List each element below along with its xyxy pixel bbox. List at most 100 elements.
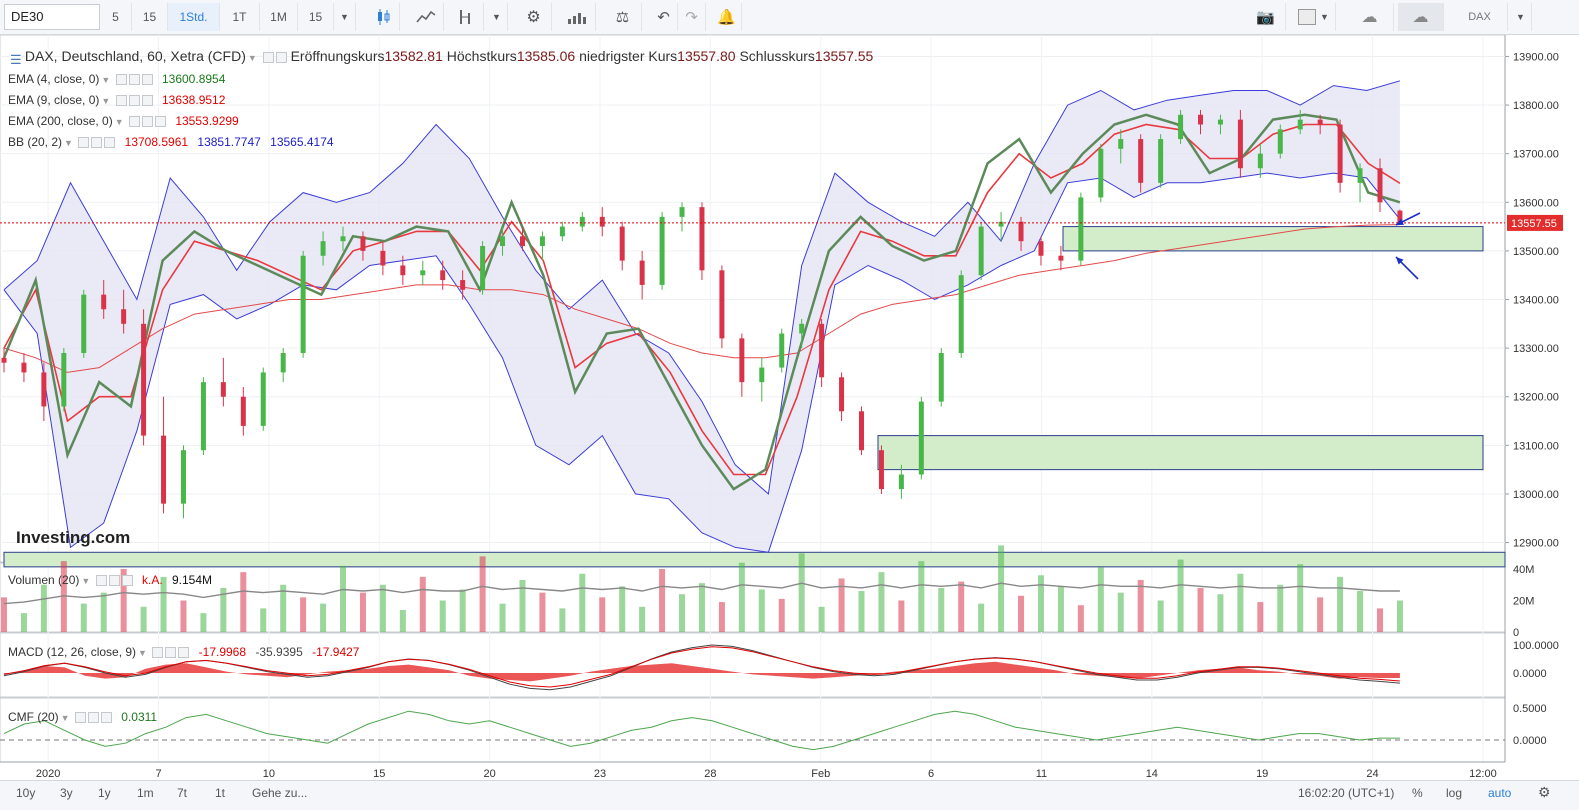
interval-1t[interactable]: 1T xyxy=(220,3,260,31)
volume-bar xyxy=(479,556,486,632)
x-tick-label: 23 xyxy=(594,768,606,780)
range-1t[interactable]: 1t xyxy=(215,786,225,800)
candle xyxy=(759,367,765,383)
volume-bar xyxy=(1357,591,1364,632)
settings-icon[interactable]: ⚙ xyxy=(1538,784,1551,801)
gear-icon[interactable] xyxy=(128,74,140,86)
gear-icon[interactable] xyxy=(141,116,153,128)
cloud-upload-icon[interactable]: ☁ xyxy=(1398,3,1444,31)
range-10y[interactable]: 10y xyxy=(16,786,35,800)
gear-icon[interactable] xyxy=(87,712,99,724)
color-icon[interactable]: ▼ xyxy=(1292,3,1336,31)
gear-icon[interactable] xyxy=(165,647,177,659)
close-icon[interactable] xyxy=(178,647,190,659)
support-zone xyxy=(1062,226,1484,252)
auto-toggle[interactable]: auto xyxy=(1488,786,1511,800)
gear-icon[interactable] xyxy=(91,137,103,149)
candle xyxy=(1357,168,1363,183)
y-tick-label: 13600.00 xyxy=(1513,197,1559,209)
gear-icon[interactable] xyxy=(275,51,287,63)
eye-icon[interactable] xyxy=(74,712,86,724)
clock: 16:02:20 (UTC+1) xyxy=(1298,786,1395,800)
low-value: 13557.80 xyxy=(677,48,736,64)
volume-bar xyxy=(639,606,646,632)
volume-bar xyxy=(858,591,865,632)
ema9-label: EMA (9, close, 0) xyxy=(8,93,100,107)
compare-symbol[interactable]: DAX xyxy=(1452,3,1508,31)
indicator-icon[interactable] xyxy=(448,3,484,31)
volume-bar xyxy=(998,545,1005,632)
settings-icon[interactable]: ⚙ xyxy=(516,3,552,31)
candle xyxy=(1337,124,1343,183)
gear-icon[interactable] xyxy=(108,575,120,587)
volume-bar xyxy=(659,569,666,632)
candle xyxy=(918,401,924,475)
y-tick-label: 13800.00 xyxy=(1513,100,1559,112)
redo-icon[interactable]: ↷ xyxy=(678,3,706,31)
support-zone xyxy=(877,435,1484,471)
volume-bar xyxy=(359,592,366,632)
eye-icon[interactable] xyxy=(78,137,90,149)
goto-date-button[interactable]: Gehe zu... xyxy=(252,786,307,800)
candle xyxy=(1018,221,1024,242)
volume-bar xyxy=(679,594,686,632)
symbol-input[interactable]: DE30 xyxy=(4,4,100,30)
eye-icon[interactable] xyxy=(262,51,274,63)
cloud-download-icon[interactable]: ☁ xyxy=(1346,3,1394,31)
volume-bar xyxy=(300,597,307,632)
volume-bar xyxy=(399,609,406,632)
compare-dropdown-icon[interactable]: ▼ xyxy=(1510,3,1532,31)
alert-icon[interactable]: 🔔 xyxy=(712,3,742,31)
close-icon[interactable] xyxy=(104,137,116,149)
volume-bar xyxy=(80,603,87,632)
close-icon[interactable] xyxy=(121,575,133,587)
candle xyxy=(1078,197,1084,261)
range-1y[interactable]: 1y xyxy=(98,786,111,800)
camera-icon[interactable]: 📷 xyxy=(1246,3,1286,31)
indicator-dropdown-icon[interactable]: ▼ xyxy=(486,3,508,31)
candle xyxy=(1377,168,1383,203)
interval-5[interactable]: 5 xyxy=(100,3,132,31)
cmf-label: CMF (20) xyxy=(8,710,59,724)
open-label: Eröffnungskurs xyxy=(290,48,385,64)
eye-icon[interactable] xyxy=(128,116,140,128)
interval-1m[interactable]: 1M xyxy=(260,3,298,31)
range-1m[interactable]: 1m xyxy=(137,786,154,800)
close-icon[interactable] xyxy=(100,712,112,724)
range-3y[interactable]: 3y xyxy=(60,786,73,800)
gear-icon[interactable] xyxy=(128,95,140,107)
eye-icon[interactable] xyxy=(115,95,127,107)
interval-1std[interactable]: 1Std. xyxy=(168,3,220,31)
eye-icon[interactable] xyxy=(95,575,107,587)
candle xyxy=(500,236,506,247)
candle xyxy=(1257,153,1263,169)
legend-ema200: EMA (200, close, 0) ▼ 13553.9299 xyxy=(8,114,239,128)
scale-icon[interactable]: ⚖ xyxy=(604,3,642,31)
candlestick-icon[interactable] xyxy=(366,3,400,31)
close-icon[interactable] xyxy=(141,74,153,86)
candle xyxy=(420,270,426,276)
range-7t[interactable]: 7t xyxy=(177,786,187,800)
y-tick-label: 13900.00 xyxy=(1513,51,1559,63)
y-tick-label: 13700.00 xyxy=(1513,149,1559,161)
candle xyxy=(101,294,107,310)
close-icon[interactable] xyxy=(154,116,166,128)
eye-icon[interactable] xyxy=(115,74,127,86)
interval-15[interactable]: 15 xyxy=(132,3,168,31)
bars-icon[interactable] xyxy=(558,3,596,31)
line-chart-icon[interactable] xyxy=(408,3,444,31)
close-icon[interactable] xyxy=(141,95,153,107)
candle xyxy=(300,255,306,353)
interval-dropdown-icon[interactable]: ▼ xyxy=(334,3,356,31)
candle xyxy=(121,309,127,324)
eye-icon[interactable] xyxy=(152,647,164,659)
volume-bar xyxy=(738,562,745,632)
undo-icon[interactable]: ↶ xyxy=(650,3,678,31)
last-price-tag-label: 13557.55 xyxy=(1511,218,1557,230)
x-tick-label: 19 xyxy=(1256,768,1268,780)
log-toggle[interactable]: log xyxy=(1446,786,1462,800)
x-tick-label: 7 xyxy=(155,768,161,780)
percent-toggle[interactable]: % xyxy=(1412,786,1423,800)
interval-15-custom[interactable]: 15 xyxy=(298,3,334,31)
candle xyxy=(280,352,286,373)
